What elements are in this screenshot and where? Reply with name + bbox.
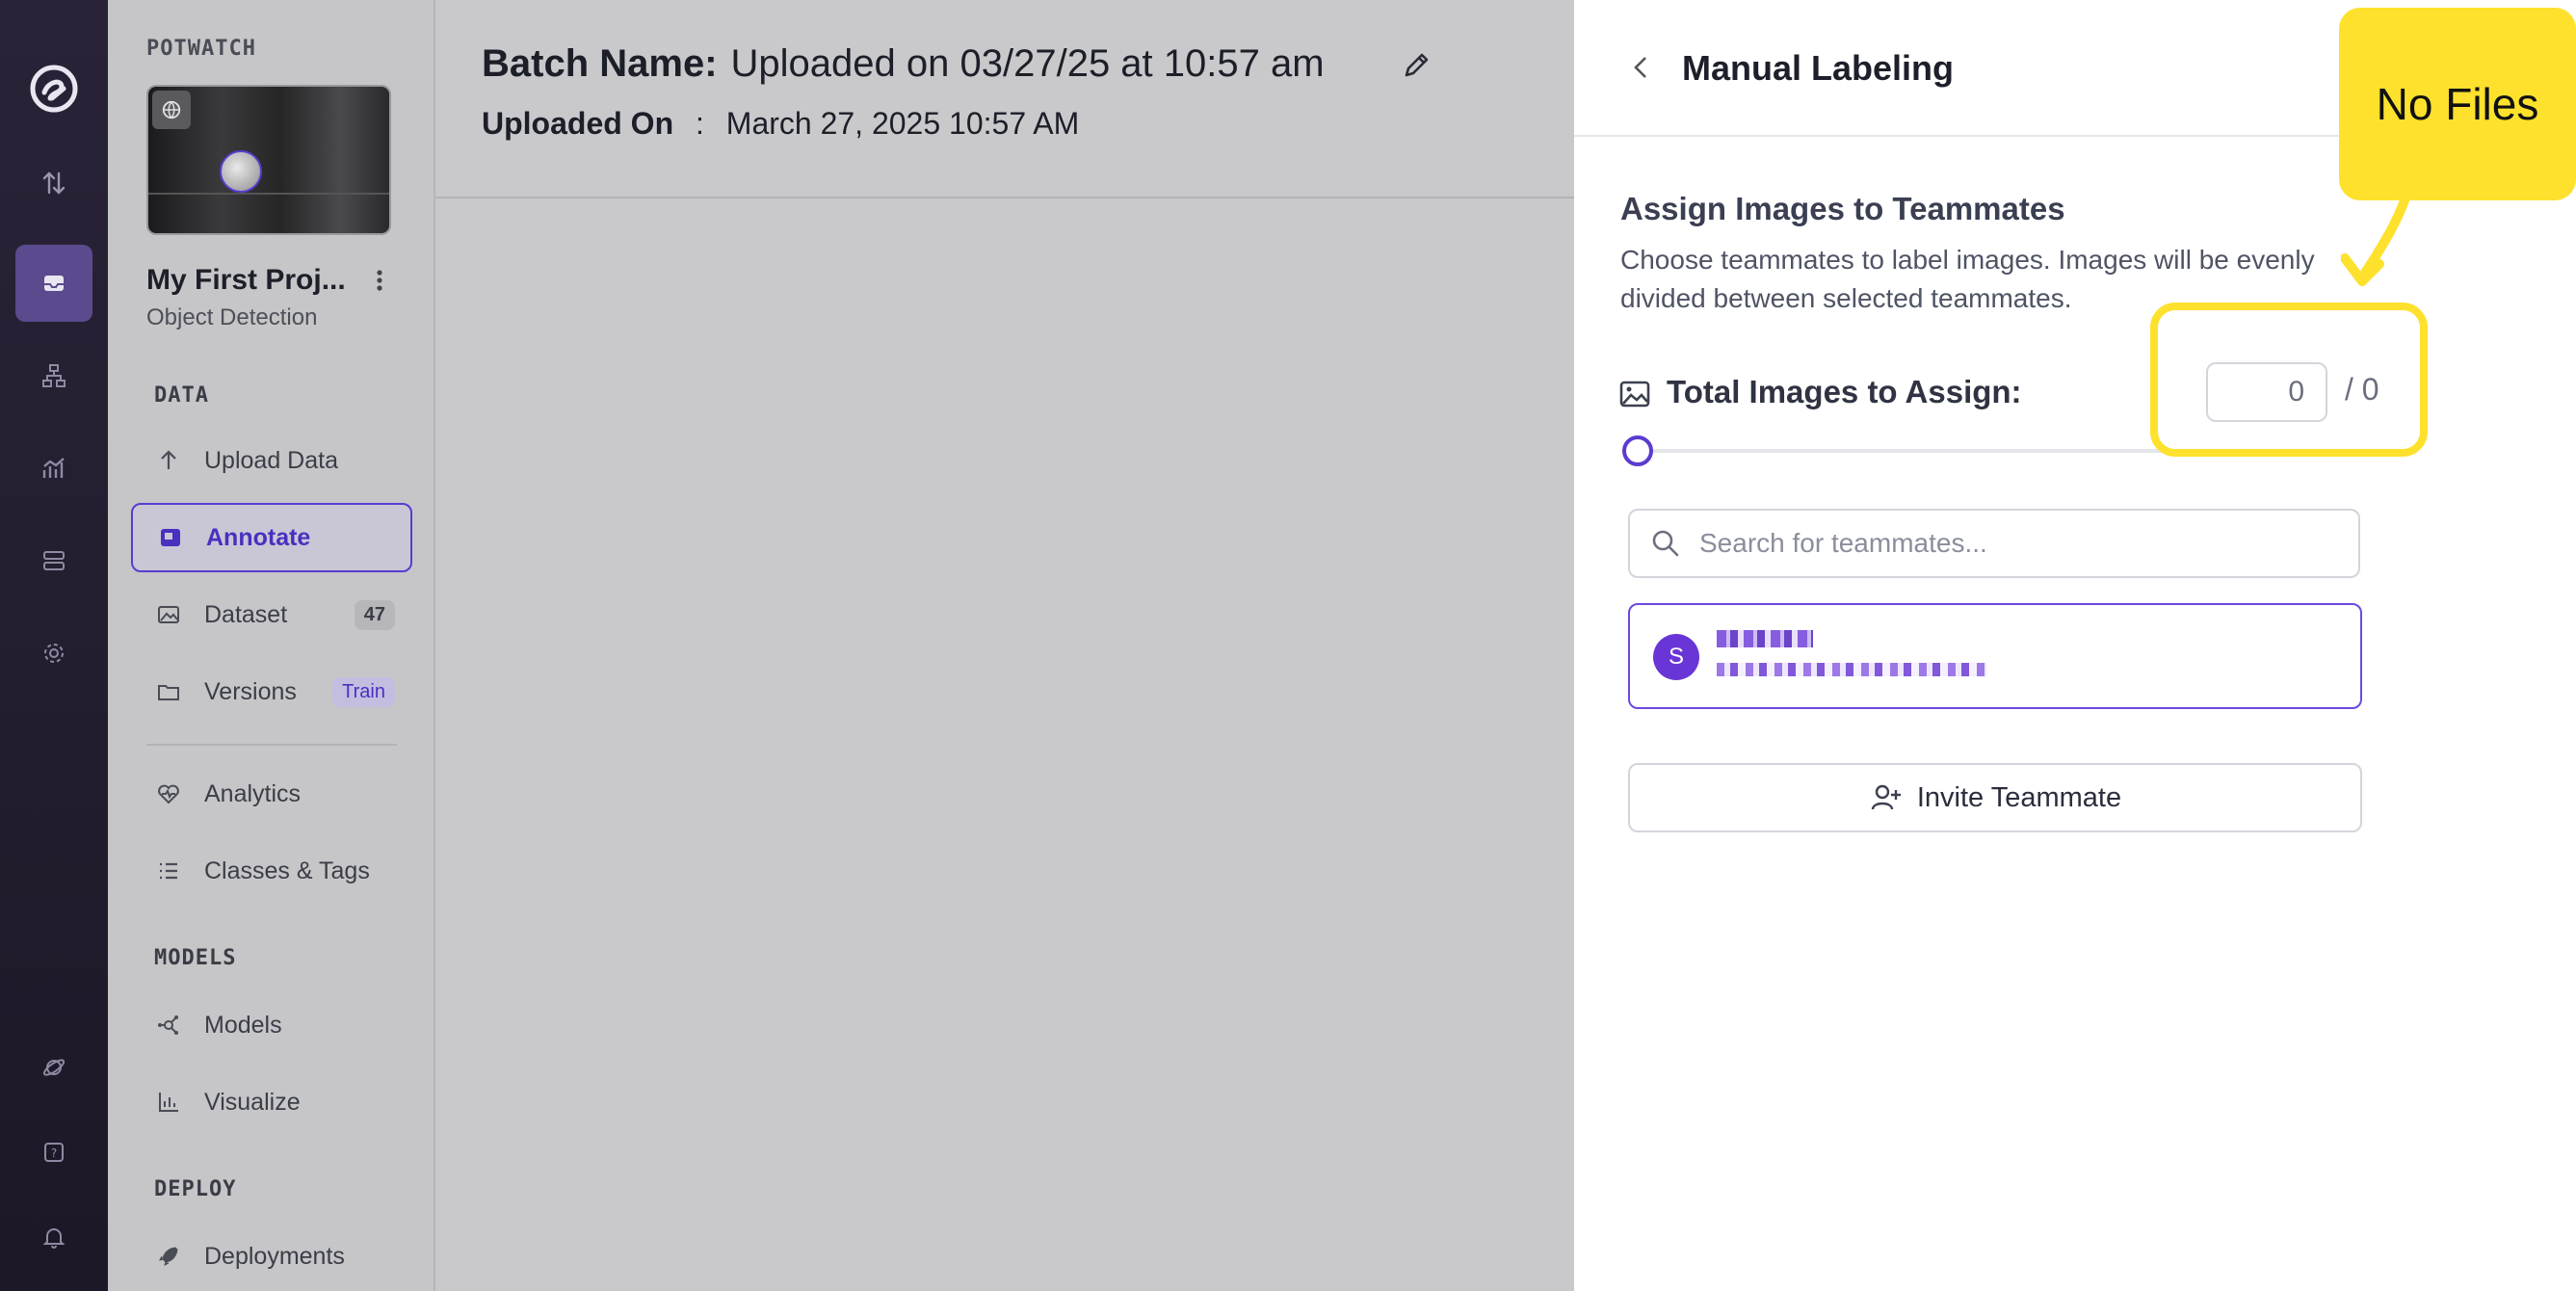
project-type: Object Detection (146, 304, 318, 330)
inbox-icon[interactable] (31, 260, 77, 306)
back-chevron-icon[interactable] (1626, 50, 1657, 85)
edit-pencil-icon[interactable] (1399, 48, 1433, 83)
svg-text:?: ? (51, 1146, 57, 1160)
sidebar-item-label: Visualize (204, 1088, 301, 1116)
sidebar-item-visualize[interactable]: Visualize (131, 1067, 412, 1137)
sidebar-item-label: Deployments (204, 1242, 345, 1270)
workflow-icon[interactable] (31, 353, 77, 399)
train-badge: Train (332, 676, 395, 707)
sidebar-item-label: Annotate (206, 523, 311, 551)
list-icon (154, 856, 183, 885)
invite-teammate-button[interactable]: Invite Teammate (1628, 763, 2362, 832)
sidebar-item-label: Dataset (204, 600, 288, 628)
icon-rail: ? (0, 0, 108, 1291)
transfer-icon[interactable] (31, 160, 77, 206)
teammate-email-redacted (1717, 663, 1986, 676)
sidebar-item-label: Models (204, 1011, 282, 1039)
project-name[interactable]: My First Proj... (146, 264, 346, 297)
sidebar-item-annotate[interactable]: Annotate (131, 503, 412, 572)
chart-icon[interactable] (31, 445, 77, 491)
search-input[interactable] (1699, 528, 2335, 559)
folder-icon (154, 677, 183, 706)
network-icon (154, 1011, 183, 1040)
sidebar-item-upload-data[interactable]: Upload Data (131, 426, 412, 495)
assign-heading: Assign Images to Teammates (1620, 191, 2065, 226)
total-images-label: Total Images to Assign: (1667, 374, 2022, 409)
sidebar-divider (146, 744, 397, 746)
app-logo-icon[interactable] (27, 62, 81, 116)
search-icon (1649, 527, 1682, 560)
thumbnail-object (220, 150, 262, 193)
kebab-menu-icon[interactable] (368, 266, 391, 295)
dataset-count-badge: 47 (354, 599, 395, 630)
uploaded-on-separator: : (696, 106, 704, 141)
batch-name: Batch Name: Uploaded on 03/27/25 at 10:57… (482, 42, 1325, 86)
avatar: S (1653, 634, 1699, 680)
sidebar-item-classes-tags[interactable]: Classes & Tags (131, 836, 412, 906)
uploaded-on-label: Uploaded On (482, 106, 674, 141)
sidebar-item-label: Upload Data (204, 446, 338, 474)
teammate-card[interactable]: S (1628, 603, 2362, 709)
sidebar-item-label: Versions (204, 677, 297, 705)
invite-label: Invite Teammate (1916, 781, 2122, 813)
batch-header: Batch Name: Uploaded on 03/27/25 at 10:57… (435, 0, 1574, 198)
annotation-highlight-box (2150, 303, 2428, 457)
sidebar-item-models[interactable]: Models (131, 990, 412, 1060)
thumbnail-line (148, 193, 389, 195)
image-icon (154, 600, 183, 629)
batch-name-label: Batch Name: (482, 42, 718, 85)
sidebar-item-analytics[interactable]: Analytics (131, 759, 412, 829)
sidebar-item-label: Analytics (204, 779, 302, 807)
upload-arrow-icon (154, 446, 183, 475)
sidebar-item-deployments[interactable]: Deployments (131, 1222, 412, 1291)
assign-slider-thumb[interactable] (1622, 435, 1653, 466)
panel-title: Manual Labeling (1682, 48, 1955, 88)
sidebar-item-label: Classes & Tags (204, 856, 370, 884)
project-sidebar: POTWATCH My First Proj... Object Detecti… (108, 0, 435, 1291)
annotation-callout: No Files (2339, 8, 2576, 200)
planet-icon[interactable] (31, 1044, 77, 1091)
storage-icon[interactable] (31, 538, 77, 584)
batch-name-value[interactable]: Uploaded on 03/27/25 at 10:57 am (731, 42, 1325, 85)
section-data: DATA (154, 383, 209, 408)
bar-chart-icon (154, 1088, 183, 1117)
settings-gear-icon[interactable] (31, 630, 77, 676)
help-icon[interactable]: ? (31, 1129, 77, 1175)
annotate-icon (156, 523, 185, 552)
bell-icon[interactable] (31, 1214, 77, 1260)
add-user-icon (1871, 784, 1901, 810)
teammate-name-redacted (1717, 630, 1813, 647)
section-deploy: DEPLOY (154, 1177, 237, 1201)
image-icon (1618, 378, 1651, 410)
sidebar-item-versions[interactable]: Versions Train (131, 657, 412, 726)
teammate-search[interactable] (1628, 509, 2360, 578)
globe-icon (152, 91, 191, 129)
uploaded-on-value: March 27, 2025 10:57 AM (725, 106, 1080, 141)
section-models: MODELS (154, 946, 237, 970)
rocket-icon (154, 1242, 183, 1271)
project-thumbnail[interactable] (146, 85, 391, 235)
heart-pulse-icon (154, 779, 183, 808)
uploaded-on: Uploaded On : March 27, 2025 10:57 AM (482, 106, 1079, 142)
workspace-label: POTWATCH (146, 37, 256, 61)
sidebar-item-dataset[interactable]: Dataset 47 (131, 580, 412, 649)
